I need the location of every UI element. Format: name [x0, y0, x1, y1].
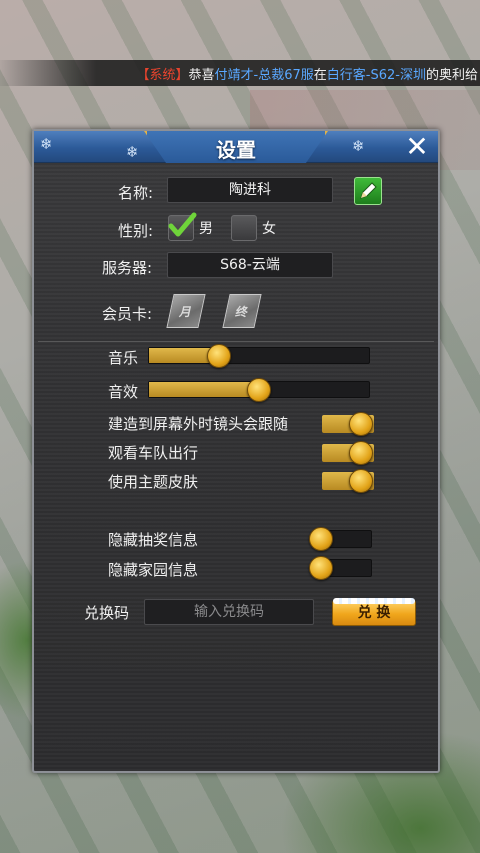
name-field: 陶进科 [167, 177, 333, 203]
redeem-code-input[interactable]: 输入兑换码 [144, 599, 314, 625]
sound-effects-slider-fill [149, 382, 259, 397]
pencil-icon [360, 182, 377, 199]
snowflake-icon: ❄ [352, 137, 365, 155]
camera-follow-toggle[interactable] [322, 412, 374, 436]
monthly-card-icon[interactable]: 月 [166, 294, 206, 328]
marquee-system-tag: 【系统】 [136, 67, 189, 83]
lifetime-card-icon[interactable]: 终 [222, 294, 262, 328]
edit-name-button[interactable] [354, 177, 382, 205]
sound-effects-label: 音效 [108, 383, 139, 401]
snowflake-icon: ❄ [126, 143, 139, 161]
marquee-text: 在 [313, 67, 327, 83]
name-label: 名称: [118, 184, 154, 202]
toggle-knob [349, 441, 373, 465]
music-slider[interactable] [148, 344, 370, 368]
watch-convoy-toggle[interactable] [322, 441, 374, 465]
dialog-header: ❄ ❄ ❄ 设置 ✕ [34, 131, 438, 163]
marquee-location: 白行客-S62-深圳 [326, 67, 426, 83]
music-label: 音乐 [108, 349, 139, 367]
checkmark-icon [168, 212, 197, 237]
toggle-knob [349, 469, 373, 493]
sound-effects-slider-knob[interactable] [247, 378, 271, 402]
gender-male-label: 男 [199, 221, 213, 237]
gender-label: 性别: [118, 222, 154, 240]
settings-dialog: ❄ ❄ ❄ 设置 ✕ 名称: 陶进科 性别: 男 女 服务器: S68-云端 会… [32, 129, 440, 773]
toggle-label: 使用主题皮肤 [108, 473, 199, 491]
toggle-knob [309, 527, 333, 551]
close-icon[interactable]: ✕ [402, 132, 432, 162]
server-label: 服务器: [102, 259, 153, 277]
toggle-label: 隐藏家园信息 [108, 561, 199, 579]
vip-card-label: 会员卡: [102, 305, 153, 323]
redeem-code-label: 兑换码 [84, 604, 130, 622]
gender-female-checkbox[interactable] [231, 215, 257, 241]
hide-lottery-toggle[interactable] [309, 527, 372, 551]
redeem-button[interactable]: 兑 换 [332, 598, 416, 626]
music-slider-knob[interactable] [207, 344, 232, 368]
toggle-label: 隐藏抽奖信息 [108, 531, 199, 549]
toggle-label: 观看车队出行 [108, 444, 199, 462]
server-field: S68-云端 [167, 252, 333, 278]
marquee-text: 恭喜 [188, 67, 215, 83]
gender-female-label: 女 [262, 221, 276, 237]
theme-skin-toggle[interactable] [322, 469, 374, 493]
frost-decoration [333, 598, 415, 604]
toggle-knob [309, 556, 333, 580]
marquee-text: 的奥利给 [425, 67, 478, 83]
sound-effects-slider[interactable] [148, 378, 370, 402]
redeem-button-label: 兑 换 [357, 605, 391, 621]
divider [38, 341, 434, 342]
dialog-title: 设置 [216, 138, 256, 162]
gender-male-checkbox[interactable] [168, 212, 197, 241]
hide-home-toggle[interactable] [309, 556, 372, 580]
marquee-player-name: 付靖才-总裁67服 [214, 67, 314, 83]
toggle-knob [349, 412, 373, 436]
snowflake-icon: ❄ [40, 135, 53, 153]
system-marquee: 【系统】 恭喜 付靖才-总裁67服 在 白行客-S62-深圳 的奥利给 [0, 60, 480, 86]
toggle-label: 建造到屏幕外时镜头会跟随 [108, 415, 289, 433]
